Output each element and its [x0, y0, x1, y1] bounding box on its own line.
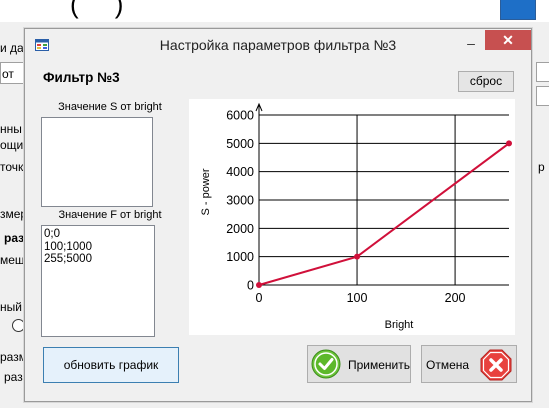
background-label: мещ [0, 253, 25, 267]
data-point [506, 140, 512, 147]
update-chart-button[interactable]: обновить график [43, 347, 179, 383]
cancel-button[interactable]: Отмена [421, 345, 517, 383]
minimize-icon[interactable]: – [461, 35, 481, 51]
s-textarea[interactable] [41, 117, 153, 207]
dialog-titlebar[interactable]: Настройка параметров фильтра №3 – ✕ [25, 29, 531, 60]
filter-heading: Фильтр №3 [43, 70, 120, 85]
x-tick-label: 0 [256, 291, 263, 305]
y-tick-label: 5000 [226, 137, 254, 151]
filter-settings-dialog: Настройка параметров фильтра №3 – ✕ Филь… [24, 28, 532, 402]
data-point [354, 253, 361, 260]
y-tick-label: 4000 [226, 165, 254, 179]
line-chart: 0 1000 2000 3000 4000 5000 6000 0 100 200 Bright S … [200, 102, 512, 331]
y-tick-label: 2000 [226, 222, 254, 236]
x-axis-label: Bright [385, 319, 414, 331]
chart-panel: 0 1000 2000 3000 4000 5000 6000 0 100 200 Bright S … [189, 99, 515, 335]
apply-label: Применить [348, 358, 411, 372]
close-icon[interactable]: ✕ [485, 30, 531, 50]
y-tick-label: 3000 [226, 194, 254, 208]
background-arrow-icon[interactable] [500, 0, 536, 20]
y-tick-label: 0 [247, 279, 254, 293]
y-axis-label: S - power [200, 168, 212, 215]
background-label: ный [0, 300, 22, 314]
y-tick-label: 1000 [226, 250, 254, 264]
background-label: и да [0, 41, 24, 55]
background-title-text: ( ) [70, 0, 290, 19]
x-tick-label: 100 [347, 291, 368, 305]
reset-button[interactable]: сброс [458, 71, 514, 92]
background-label: раз [4, 231, 25, 245]
x-icon [480, 349, 512, 381]
background-spin-field[interactable] [536, 62, 549, 82]
series-line [258, 142, 510, 286]
background-label: р [538, 160, 545, 174]
apply-button[interactable]: Применить [307, 345, 411, 383]
cancel-label: Отмена [426, 358, 470, 372]
check-icon [311, 349, 341, 379]
data-point [256, 282, 262, 288]
f-label: Значение F от bright [58, 209, 162, 221]
x-tick-label: 200 [445, 291, 466, 305]
background-label: нны [0, 122, 22, 136]
f-textarea[interactable]: 0;0 100;1000 255;5000 [41, 225, 155, 337]
y-tick-label: 6000 [226, 109, 254, 123]
background-label: разм [0, 350, 27, 364]
background-spin-field[interactable] [536, 86, 549, 106]
background-label: от [2, 67, 14, 81]
background-label: точк [0, 160, 24, 174]
dialog-title: Настройка параметров фильтра №3 [159, 37, 397, 53]
s-label: Значение S от bright [58, 101, 162, 113]
background-window-title: ( ) [0, 0, 549, 22]
